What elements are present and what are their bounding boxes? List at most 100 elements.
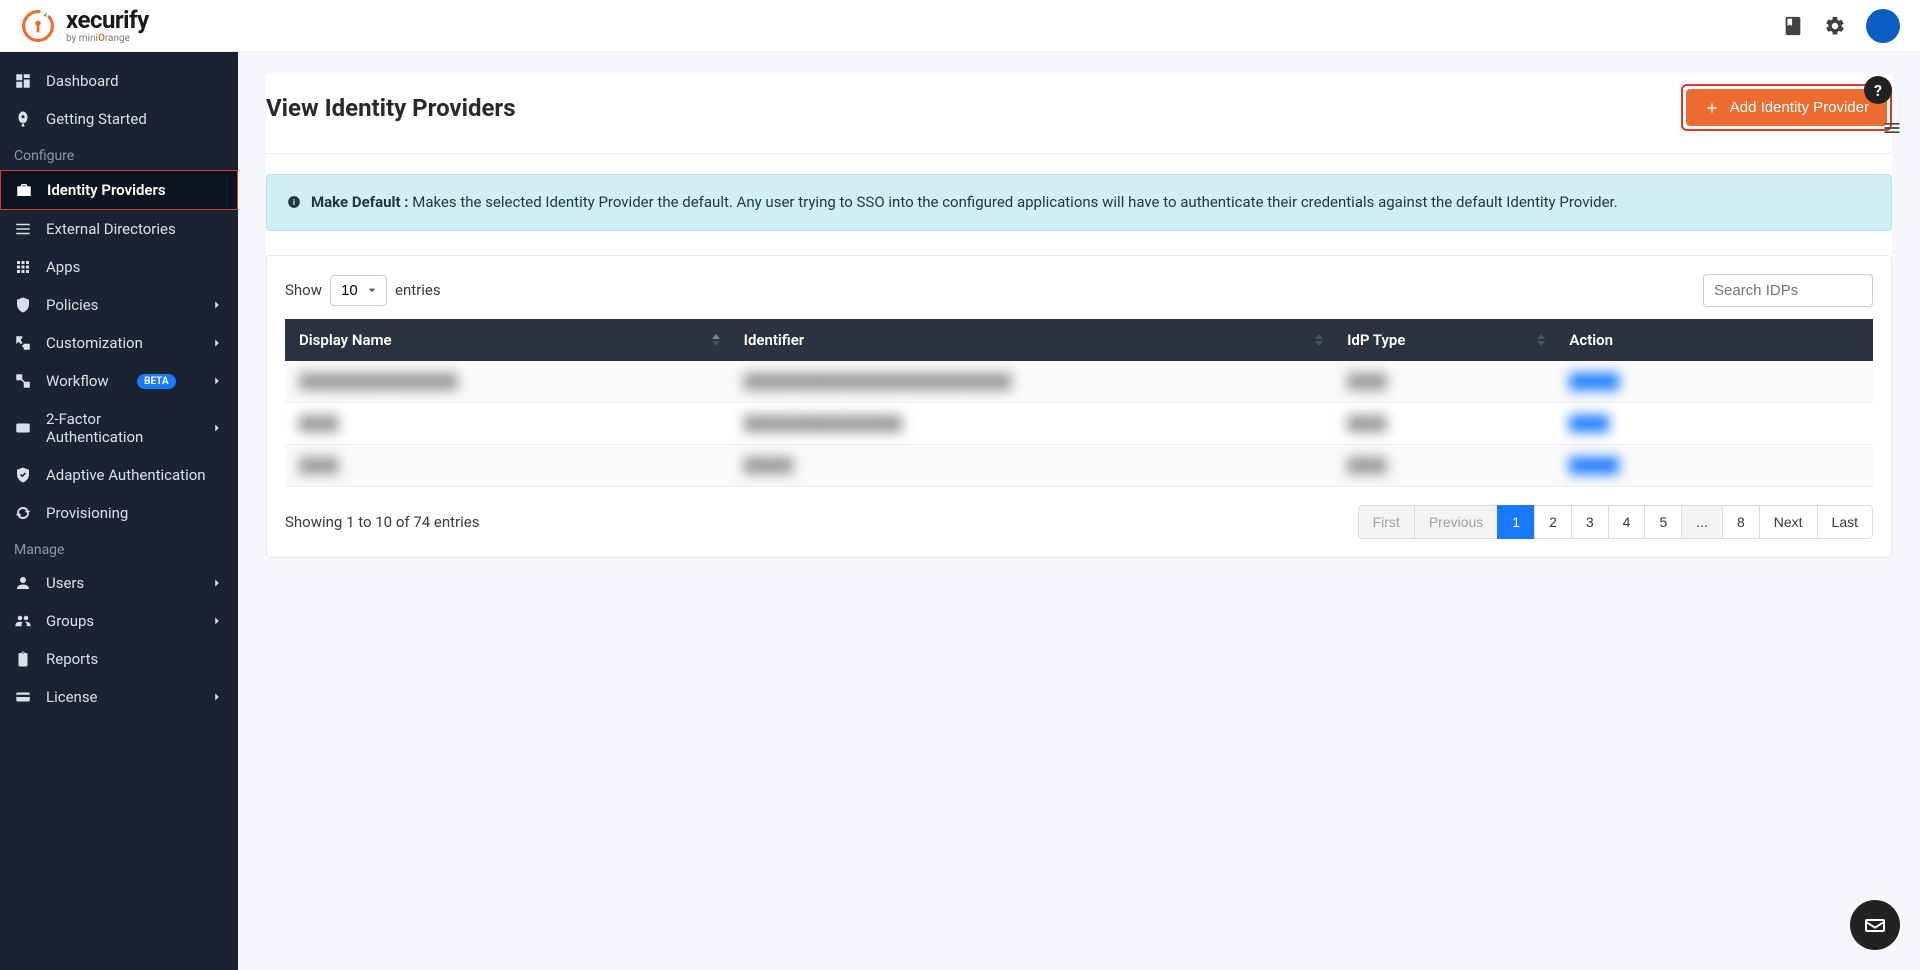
sidebar-item-getting-started[interactable]: Getting Started (0, 100, 238, 138)
sidebar-item-policies[interactable]: Policies (0, 286, 238, 324)
side-menu-toggle[interactable] (1882, 118, 1902, 142)
mail-icon (1863, 913, 1887, 937)
sidebar-label: Customization (46, 334, 143, 352)
page-4[interactable]: 4 (1608, 505, 1646, 539)
briefcase-icon (15, 181, 33, 199)
keypad-icon (14, 419, 32, 437)
sidebar-label: License (46, 688, 98, 706)
page-1[interactable]: 1 (1497, 505, 1535, 539)
col-action: Action (1555, 319, 1873, 361)
rocket-icon (14, 110, 32, 128)
sidebar-label: Provisioning (46, 504, 128, 522)
sidebar: Dashboard Getting Started Configure Iden… (0, 52, 238, 970)
sidebar-label: Groups (46, 612, 94, 630)
sidebar-item-2fa[interactable]: 2-Factor Authentication (0, 400, 238, 456)
sidebar-item-license[interactable]: License (0, 678, 238, 716)
avatar[interactable] (1866, 9, 1900, 43)
chevron-right-icon (210, 614, 224, 628)
add-button-label: Add Identity Provider (1730, 99, 1869, 116)
table-info: Showing 1 to 10 of 74 entries (285, 513, 479, 531)
plus-icon (1704, 100, 1720, 116)
page-2[interactable]: 2 (1534, 505, 1572, 539)
clipboard-icon (14, 650, 32, 668)
page-3[interactable]: 3 (1571, 505, 1609, 539)
sidebar-label: Apps (46, 258, 80, 276)
entries-select[interactable]: 10 (330, 275, 387, 306)
puzzle-icon (14, 334, 32, 352)
brand-name: xecurify (66, 8, 149, 32)
col-display-name[interactable]: Display Name (285, 319, 730, 361)
chevron-right-icon (210, 421, 224, 435)
page-first[interactable]: First (1358, 505, 1415, 539)
pagination: First Previous 1 2 3 4 5 ... 8 Next Last (1358, 505, 1873, 539)
hamburger-icon (1882, 118, 1902, 138)
page-ellipsis: ... (1681, 505, 1723, 539)
sidebar-section-configure: Configure (0, 138, 238, 170)
sidebar-item-provisioning[interactable]: Provisioning (0, 494, 238, 532)
sidebar-label: Users (46, 574, 84, 592)
sidebar-item-customization[interactable]: Customization (0, 324, 238, 362)
chat-button[interactable] (1850, 900, 1900, 950)
docs-icon[interactable] (1782, 15, 1804, 37)
idp-table: Display Name Identifier IdP Type (285, 319, 1873, 487)
workflow-icon (14, 372, 32, 390)
grid-icon (14, 258, 32, 276)
gear-icon[interactable] (1824, 15, 1846, 37)
add-identity-provider-button[interactable]: Add Identity Provider (1686, 89, 1887, 126)
page-next[interactable]: Next (1759, 505, 1818, 539)
sort-icon (1537, 334, 1545, 346)
sidebar-label: Getting Started (46, 110, 147, 128)
col-idp-type[interactable]: IdP Type (1333, 319, 1555, 361)
chevron-right-icon (210, 374, 224, 388)
sidebar-item-reports[interactable]: Reports (0, 640, 238, 678)
table-footer: Showing 1 to 10 of 74 entries First Prev… (285, 505, 1873, 539)
logo[interactable]: xecurify by miniOrange (20, 8, 149, 44)
info-lead: Make Default : (311, 193, 409, 211)
sidebar-item-external-directories[interactable]: External Directories (0, 210, 238, 248)
sidebar-label: Policies (46, 296, 98, 314)
sidebar-label: Reports (46, 650, 98, 668)
info-icon: i (287, 195, 301, 209)
sidebar-item-dashboard[interactable]: Dashboard (0, 62, 238, 100)
sidebar-item-workflow[interactable]: Workflow BETA (0, 362, 238, 400)
info-banner: i Make Default : Makes the selected Iden… (266, 174, 1892, 231)
table-row: ████████████████ ███████████████████████… (285, 361, 1873, 403)
sidebar-label: 2-Factor Authentication (46, 410, 196, 446)
sidebar-item-users[interactable]: Users (0, 564, 238, 602)
help-button[interactable]: ? (1864, 76, 1892, 104)
page-previous[interactable]: Previous (1414, 505, 1498, 539)
list-icon (14, 220, 32, 238)
card-icon (14, 688, 32, 706)
sidebar-item-groups[interactable]: Groups (0, 602, 238, 640)
top-header: xecurify by miniOrange (0, 0, 1920, 52)
sidebar-item-identity-providers[interactable]: Identity Providers (0, 170, 238, 210)
main-content: View Identity Providers Add Identity Pro… (238, 52, 1920, 970)
sidebar-label: Dashboard (46, 72, 119, 90)
user-icon (14, 574, 32, 592)
chevron-right-icon (210, 690, 224, 704)
page-8[interactable]: 8 (1722, 505, 1760, 539)
sidebar-item-adaptive-auth[interactable]: Adaptive Authentication (0, 456, 238, 494)
table-card: Show 10 entries Display Name (266, 255, 1892, 558)
add-button-highlight: Add Identity Provider (1681, 84, 1892, 131)
brand-byline: by miniOrange (66, 34, 149, 44)
table-row: ████ ████████████████ ████ ████ (285, 402, 1873, 444)
dashboard-icon (14, 72, 32, 90)
group-icon (14, 612, 32, 630)
page-header: View Identity Providers Add Identity Pro… (266, 74, 1892, 154)
sort-icon (1315, 334, 1323, 346)
header-actions (1782, 9, 1900, 43)
info-text: Makes the selected Identity Provider the… (409, 193, 1618, 211)
search-input[interactable] (1703, 274, 1873, 307)
page-5[interactable]: 5 (1644, 505, 1682, 539)
entries-label: entries (395, 281, 441, 299)
chevron-right-icon (210, 336, 224, 350)
sidebar-label: Workflow (46, 372, 109, 390)
chevron-right-icon (210, 576, 224, 590)
sidebar-item-apps[interactable]: Apps (0, 248, 238, 286)
sidebar-label: External Directories (46, 220, 176, 238)
page-title: View Identity Providers (266, 94, 516, 122)
table-controls: Show 10 entries (285, 274, 1873, 307)
page-last[interactable]: Last (1817, 505, 1873, 539)
col-identifier[interactable]: Identifier (730, 319, 1333, 361)
